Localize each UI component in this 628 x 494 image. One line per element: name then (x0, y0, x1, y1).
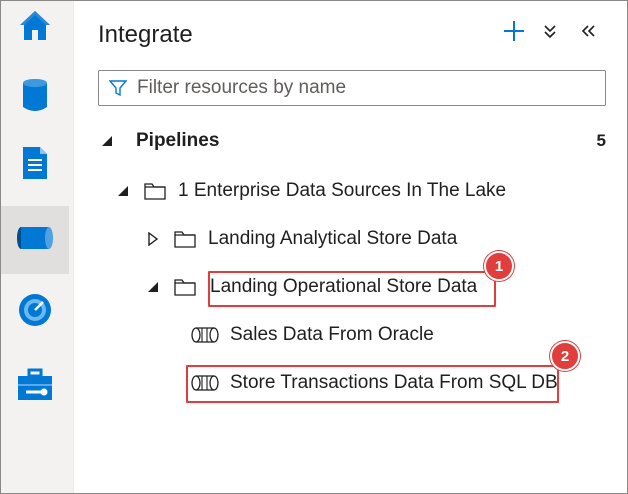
folder-label: Landing Analytical Store Data (208, 228, 458, 249)
double-chevron-down-icon (542, 23, 558, 44)
double-chevron-left-icon (580, 23, 596, 44)
integrate-window: Integrate Pipelines (0, 0, 628, 494)
expand-all-button[interactable] (536, 19, 564, 47)
callout-highlight-2 (186, 365, 559, 403)
data-icon (20, 77, 50, 118)
filter-box[interactable] (98, 70, 606, 106)
callout-highlight-1 (208, 271, 496, 307)
tree-folder-analytical[interactable]: Landing Analytical Store Data (146, 224, 457, 254)
caret-expanded-icon (100, 134, 114, 148)
folder-icon (174, 230, 196, 248)
manage-icon (16, 368, 54, 407)
monitor-icon (17, 292, 53, 333)
integrate-panel: Integrate Pipelines (74, 1, 627, 493)
nav-home[interactable] (1, 1, 69, 53)
integrate-icon (15, 224, 55, 257)
left-nav-rail (1, 1, 74, 493)
folder-icon (174, 278, 196, 296)
filter-input[interactable] (135, 76, 579, 100)
pipeline-icon (190, 326, 220, 344)
nav-manage[interactable] (1, 361, 69, 413)
tree-pipeline-sales[interactable]: Sales Data From Oracle (190, 320, 434, 350)
caret-collapsed-icon (146, 232, 160, 246)
caret-expanded-icon (146, 280, 160, 294)
nav-develop[interactable] (1, 139, 69, 191)
pipelines-section-header[interactable]: Pipelines 5 (100, 127, 608, 155)
nav-data[interactable] (1, 71, 69, 123)
caret-expanded-icon (116, 184, 130, 198)
nav-monitor[interactable] (1, 286, 69, 338)
callout-badge-1: 1 (484, 251, 514, 281)
collapse-panel-button[interactable] (574, 19, 602, 47)
plus-icon (502, 19, 526, 48)
pipeline-label: Sales Data From Oracle (230, 324, 434, 345)
develop-icon (20, 145, 50, 186)
tree-folder-root[interactable]: 1 Enterprise Data Sources In The Lake (116, 176, 506, 206)
callout-badge-2: 2 (550, 341, 580, 371)
add-resource-button[interactable] (500, 19, 528, 47)
filter-icon (109, 79, 127, 97)
pipelines-count: 5 (596, 131, 606, 150)
folder-label: 1 Enterprise Data Sources In The Lake (178, 180, 507, 201)
home-icon (18, 8, 52, 47)
pipelines-label: Pipelines (136, 130, 220, 151)
panel-title: Integrate (98, 21, 193, 48)
nav-integrate[interactable] (1, 206, 69, 274)
folder-icon (144, 182, 166, 200)
